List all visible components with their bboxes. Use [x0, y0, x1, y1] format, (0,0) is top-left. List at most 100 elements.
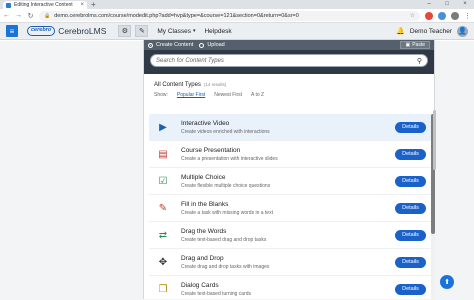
- new-tab-button[interactable]: +: [91, 0, 96, 9]
- list-item[interactable]: ✎ Fill in the Blanks Create a task with m…: [149, 195, 431, 222]
- list-item[interactable]: ❐ Dialog Cards Create text-based turning …: [149, 276, 431, 300]
- hub-header: Search for Content Types ⚲: [144, 50, 434, 74]
- list-item[interactable]: ▶ Interactive Video Create videos enriche…: [149, 114, 431, 141]
- url-field[interactable]: 🔒 demo.cerebrolms.com/course/modedit.php…: [39, 10, 420, 21]
- close-tab-icon[interactable]: ×: [80, 2, 84, 8]
- all-types-title: All Content Types: [154, 82, 201, 88]
- sort-popular-first[interactable]: Popular First: [177, 92, 205, 98]
- drag-words-icon: ⇄: [158, 229, 168, 241]
- radio-icon: [199, 42, 205, 48]
- search-icon[interactable]: ⚲: [417, 57, 422, 65]
- scroll-to-top-icon[interactable]: ⬆: [440, 275, 454, 289]
- nav-my-classes[interactable]: My Classes ▾: [157, 28, 195, 35]
- create-content-radio[interactable]: Create Content: [148, 42, 193, 48]
- item-name: Interactive Video: [181, 119, 230, 127]
- content-type-search[interactable]: Search for Content Types ⚲: [150, 54, 428, 67]
- list-item[interactable]: ☑ Multiple Choice Create flexible multipl…: [149, 168, 431, 195]
- list-heading: All Content Types (14 results): [149, 82, 429, 88]
- address-bar: ← → ↻ 🔒 demo.cerebrolms.com/course/moded…: [0, 9, 474, 23]
- profile-icon[interactable]: [451, 11, 459, 20]
- details-button[interactable]: Details: [395, 175, 426, 187]
- page-scrollbar[interactable]: [433, 110, 436, 170]
- chevron-down-icon: ▾: [192, 28, 196, 34]
- logo-mark: cerebro: [27, 26, 56, 36]
- logo-text: CerebroLMS: [58, 26, 107, 36]
- edit-button[interactable]: ✎: [135, 25, 149, 37]
- content-type-list: ▶ Interactive Video Create videos enriche…: [149, 114, 431, 300]
- radio-label: Create Content: [156, 42, 194, 48]
- item-name: Fill in the Blanks: [181, 200, 229, 208]
- settings-button[interactable]: ⚙: [118, 25, 132, 37]
- nav-helpdesk[interactable]: Helpdesk: [204, 28, 231, 35]
- details-button[interactable]: Details: [395, 148, 426, 160]
- item-description: Create a task with missing words in a te…: [181, 209, 273, 216]
- back-icon[interactable]: ←: [3, 12, 10, 19]
- item-name: Drag and Drop: [181, 254, 224, 262]
- nav-label: My Classes: [157, 27, 191, 35]
- item-name: Drag the Words: [181, 227, 227, 235]
- editor-mode-bar: Create Content Upload ▣ Paste: [144, 40, 434, 50]
- sort-a-to-z[interactable]: A to Z: [251, 92, 264, 98]
- details-button[interactable]: Details: [395, 121, 426, 133]
- dialog-cards-icon: ❐: [158, 283, 168, 295]
- presentation-icon: ▤: [158, 148, 168, 160]
- list-item[interactable]: ✥ Drag and Drop Create drag and drop task…: [149, 249, 431, 276]
- bookmark-star-icon[interactable]: ☆: [410, 12, 415, 19]
- notification-bell-icon[interactable]: 🔔: [396, 27, 405, 35]
- item-name: Multiple Choice: [181, 173, 226, 181]
- details-button[interactable]: Details: [395, 229, 426, 241]
- show-label: Show:: [154, 92, 168, 98]
- minimize-button[interactable]: –: [420, 0, 438, 9]
- item-description: Create drag and drop tasks with images: [181, 263, 270, 270]
- list-item[interactable]: ⇄ Drag the Words Create text-based drag a…: [149, 222, 431, 249]
- item-description: Create flexible multiple choice question…: [181, 182, 271, 189]
- multiple-choice-icon: ☑: [158, 175, 168, 187]
- user-area: 🔔 Demo Teacher 👤: [396, 25, 468, 37]
- forward-icon[interactable]: →: [15, 12, 22, 19]
- window-controls: – □ ×: [420, 0, 474, 9]
- result-count: (14 results): [203, 82, 227, 87]
- paste-label: Paste: [412, 42, 425, 48]
- logo[interactable]: cerebro CerebroLMS: [27, 26, 106, 36]
- nav-label: Helpdesk: [204, 27, 232, 35]
- radio-selected-icon: [148, 42, 153, 48]
- tab-title: Editing Interactive Content: [14, 2, 73, 8]
- item-description: Create videos enriched with interactions: [181, 128, 270, 135]
- close-window-button[interactable]: ×: [456, 0, 474, 9]
- sort-options: Show: Popular First Newest First A to Z: [149, 92, 429, 98]
- hamburger-menu-icon[interactable]: ≡: [6, 25, 18, 37]
- list-item[interactable]: ▤ Course Presentation Create a presentati…: [149, 141, 431, 168]
- clipboard-icon: ▣: [405, 42, 411, 48]
- item-name: Dialog Cards: [181, 281, 219, 289]
- fill-blanks-icon: ✎: [158, 202, 168, 214]
- extension-icon[interactable]: [438, 11, 446, 20]
- content-type-list-area: All Content Types (14 results) Show: Pop…: [144, 82, 434, 98]
- content-editor: Create Content Upload ▣ Paste Search for…: [143, 40, 435, 299]
- maximize-button[interactable]: □: [438, 0, 456, 9]
- user-name[interactable]: Demo Teacher: [410, 28, 452, 35]
- radio-label: Upload: [207, 42, 225, 48]
- app-header: ≡ cerebro CerebroLMS ⚙ ✎ My Classes ▾ He…: [0, 23, 474, 40]
- video-icon: ▶: [159, 121, 167, 133]
- lock-icon: 🔒: [44, 12, 51, 19]
- details-button[interactable]: Details: [395, 202, 426, 214]
- drag-drop-icon: ✥: [158, 256, 168, 268]
- extension-icon[interactable]: [425, 11, 433, 20]
- avatar[interactable]: 👤: [457, 25, 468, 37]
- reload-icon[interactable]: ↻: [27, 12, 34, 20]
- favicon-icon: [6, 2, 11, 8]
- item-name: Course Presentation: [181, 146, 241, 154]
- item-description: Create a presentation with interactive s…: [181, 155, 278, 162]
- paste-button[interactable]: ▣ Paste: [400, 41, 430, 49]
- sort-newest-first[interactable]: Newest First: [214, 92, 242, 98]
- upload-radio[interactable]: Upload: [199, 42, 225, 48]
- item-description: Create text-based drag and drop tasks: [181, 236, 267, 243]
- browser-menu-icon[interactable]: ⋮: [464, 12, 471, 20]
- search-placeholder: Search for Content Types: [156, 57, 224, 64]
- browser-tab[interactable]: Editing Interactive Content ×: [3, 1, 87, 9]
- url-text: demo.cerebrolms.com/course/modedit.php?a…: [54, 12, 299, 19]
- item-description: Create text-based turning cards: [181, 290, 252, 297]
- details-button[interactable]: Details: [395, 256, 426, 268]
- details-button[interactable]: Details: [395, 283, 426, 295]
- browser-tab-bar: Editing Interactive Content × + – □ ×: [0, 0, 474, 9]
